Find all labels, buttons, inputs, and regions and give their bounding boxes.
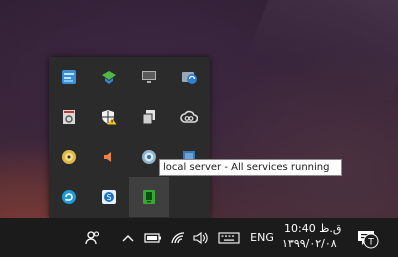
safely-remove-drive-icon[interactable] [49,97,89,137]
local-server-icon[interactable] [129,177,169,217]
touch-keyboard-icon[interactable] [215,218,243,257]
clock-time[interactable]: ق.ظ 10:40 [284,222,341,235]
svg-text:T: T [367,238,374,248]
tray-tooltip: local server - All services running [159,159,342,176]
game-controller-icon[interactable] [89,57,129,97]
disc-media-icon[interactable] [49,137,89,177]
input-language-indicator[interactable]: ENG [248,218,276,257]
creative-cloud-icon[interactable] [169,97,209,137]
battery-icon[interactable] [142,218,164,257]
speaker-icon[interactable] [89,137,129,177]
wifi-icon[interactable] [167,218,189,257]
clock-date[interactable]: ۱۳۹۹/۰۲/۰۸ [282,237,337,250]
copy-files-icon[interactable] [129,97,169,137]
people-icon[interactable] [82,218,104,257]
tray-overflow-flyout: S [49,57,210,218]
skype-business-icon[interactable]: S [89,177,129,217]
refresh-sync-icon[interactable] [49,177,89,217]
volume-icon[interactable] [190,218,212,257]
browser-sync-icon[interactable] [169,57,209,97]
notification-overlay-badge-icon: T [362,232,380,250]
show-hidden-icons-chevron-icon[interactable] [118,218,138,257]
monitor-display-icon[interactable] [129,57,169,97]
svg-text:S: S [107,193,112,202]
network-monitor-icon[interactable] [49,57,89,97]
security-shield-warning-icon[interactable] [89,97,129,137]
wallpaper-ridge [231,0,398,100]
